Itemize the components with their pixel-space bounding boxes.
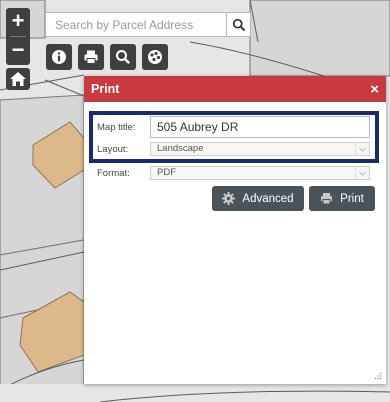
search-bar — [45, 12, 251, 37]
search-button[interactable] — [226, 13, 250, 36]
advanced-button[interactable]: Advanced — [212, 186, 304, 211]
zoom-in-button[interactable]: + — [6, 8, 30, 36]
advanced-label: Advanced — [242, 192, 294, 205]
zoom-out-button[interactable]: − — [6, 37, 30, 65]
map-toolbar — [46, 44, 168, 70]
format-row: Format: PDF — [97, 166, 370, 180]
gear-icon — [222, 192, 236, 205]
home-button[interactable] — [6, 68, 30, 90]
search-icon — [232, 18, 245, 31]
annotation-highlight-box — [89, 111, 379, 163]
layers-icon — [148, 50, 162, 64]
print-dialog-header: Print × — [84, 76, 386, 102]
parcel — [249, 0, 390, 77]
print-label: Print — [340, 192, 364, 205]
print-button[interactable]: Print — [309, 186, 375, 211]
format-select[interactable]: PDF — [150, 166, 370, 180]
search-icon — [116, 50, 131, 65]
dialog-title: Print — [91, 82, 120, 96]
format-label: Format: — [97, 167, 130, 179]
close-button[interactable]: × — [370, 82, 379, 97]
search-tool-button[interactable] — [110, 44, 136, 70]
print-tool-button[interactable] — [78, 44, 104, 70]
info-icon — [52, 50, 66, 64]
zoom-control: + − — [6, 8, 30, 65]
identify-button[interactable] — [46, 44, 72, 70]
chevron-down-icon — [355, 167, 369, 179]
layers-button[interactable] — [142, 44, 168, 70]
print-icon — [321, 193, 333, 205]
home-icon — [10, 72, 26, 86]
resize-grip-icon[interactable] — [374, 372, 382, 380]
print-icon — [84, 50, 98, 64]
format-value: PDF — [157, 167, 176, 178]
search-input[interactable] — [46, 13, 226, 36]
